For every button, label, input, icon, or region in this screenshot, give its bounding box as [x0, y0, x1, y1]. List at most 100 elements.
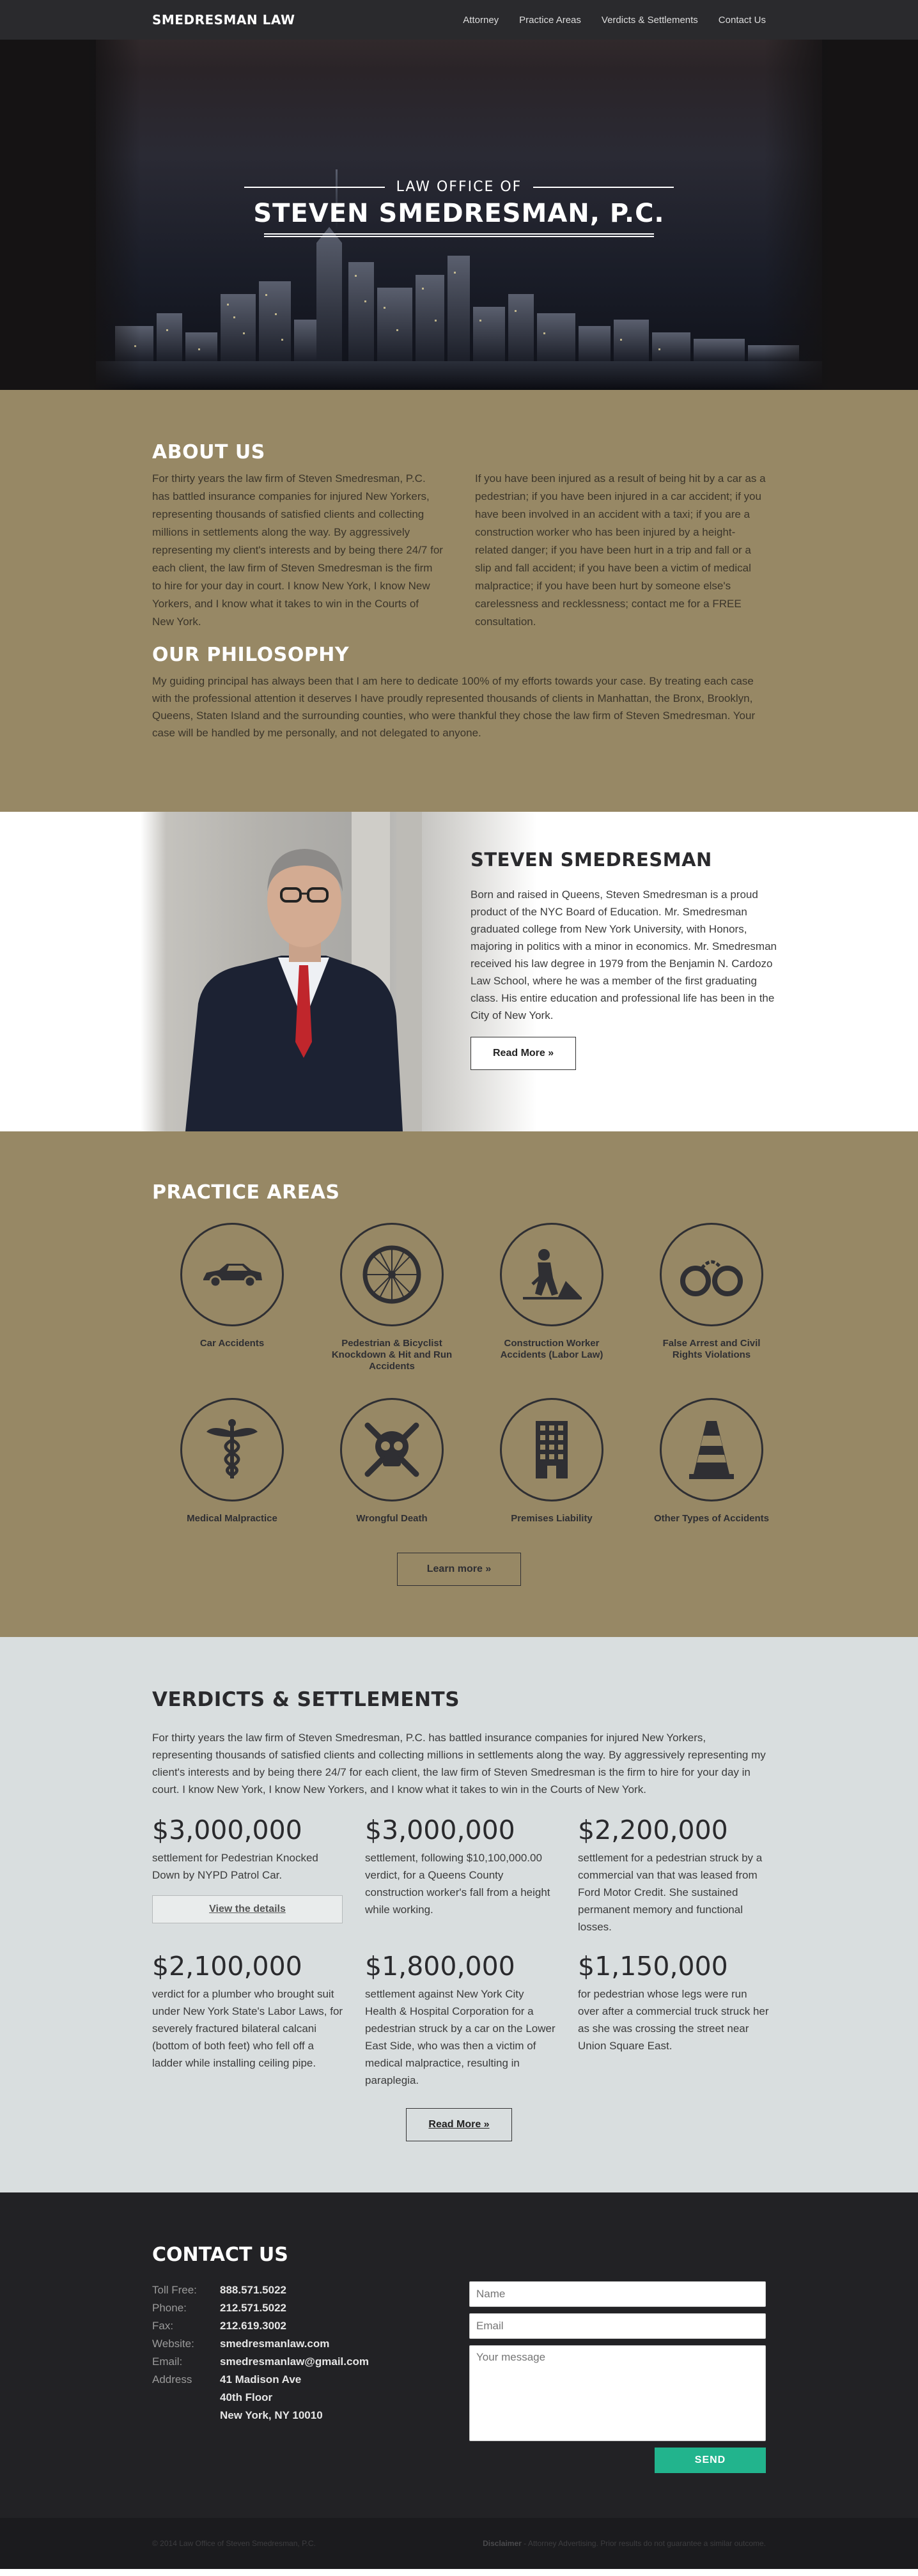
- contact-label: Email:: [152, 2355, 183, 2368]
- practice-area-label: Wrongful Death: [356, 1513, 428, 1524]
- divider: [264, 233, 654, 237]
- bicycle-wheel-icon: [362, 1245, 421, 1304]
- verdicts-heading: VERDICTS & SETTLEMENTS: [152, 1688, 460, 1711]
- nav-menu: Attorney Practice Areas Verdicts & Settl…: [463, 15, 766, 26]
- contact-section: CONTACT US Toll Free: 888.571.5022 Phone:…: [0, 2192, 918, 2518]
- practice-area-card[interactable]: Pedestrian & Bicyclist Knockdown & Hit a…: [312, 1223, 472, 1372]
- brand-logo[interactable]: SMEDRESMAN LAW: [152, 12, 295, 27]
- practice-area-label: Car Accidents: [199, 1338, 265, 1349]
- practice-area-label: Medical Malpractice: [187, 1513, 277, 1524]
- address-line: 41 Madison Ave: [220, 2373, 302, 2386]
- send-button[interactable]: SEND: [655, 2448, 766, 2473]
- verdict-item: $3,000,000 settlement, following $10,100…: [365, 1815, 557, 1936]
- footer: © 2014 Law Office of Steven Smedresman, …: [0, 2518, 918, 2569]
- disclaimer-text: - Attorney Advertising. Prior results do…: [521, 2539, 766, 2548]
- verdict-amount: $2,100,000: [152, 1951, 302, 1982]
- address-line: 40th Floor: [220, 2391, 273, 2403]
- verdict-description: settlement for a pedestrian struck by a …: [578, 1852, 763, 1933]
- website-link[interactable]: smedresmanlaw.com: [220, 2335, 329, 2353]
- verdict-item: $1,800,000 settlement against New York C…: [365, 1951, 557, 2089]
- handcuffs-icon: [680, 1260, 743, 1296]
- verdicts-read-more-button[interactable]: Read More »: [406, 2108, 512, 2141]
- about-heading: ABOUT US: [152, 441, 265, 463]
- practice-area-card[interactable]: Car Accidents: [152, 1223, 312, 1372]
- contact-heading: CONTACT US: [152, 2244, 288, 2266]
- verdict-item: $1,150,000 for pedestrian whose legs wer…: [578, 1951, 770, 2089]
- practice-learn-more-button[interactable]: Learn more »: [396, 1553, 522, 1586]
- copyright-text: © 2014 Law Office of Steven Smedresman, …: [152, 2539, 316, 2548]
- hero-banner: LAW OFFICE OF STEVEN SMEDRESMAN, P.C.: [0, 0, 918, 390]
- about-paragraph-right: If you have been injured as a result of …: [475, 472, 766, 628]
- verdict-amount: $2,200,000: [578, 1815, 728, 1845]
- address-line: New York, NY 10010: [220, 2409, 323, 2421]
- disclaimer: Disclaimer - Attorney Advertising. Prior…: [483, 2539, 766, 2548]
- attorney-bio: Born and raised in Queens, Steven Smedre…: [471, 888, 777, 1021]
- practice-area-card[interactable]: Premises Liability: [472, 1398, 632, 1525]
- contact-label: Website:: [152, 2338, 194, 2350]
- toll-free-number[interactable]: 888.571.5022: [220, 2281, 286, 2299]
- verdict-amount: $1,800,000: [365, 1951, 515, 1982]
- attorney-read-more-button[interactable]: Read More »: [471, 1037, 577, 1070]
- contact-label: Toll Free:: [152, 2284, 197, 2296]
- practice-areas-heading: PRACTICE AREAS: [152, 1181, 340, 1204]
- email-input[interactable]: [469, 2313, 766, 2339]
- contact-form: SEND: [469, 2281, 766, 2473]
- phone-number[interactable]: 212.571.5022: [220, 2299, 286, 2317]
- top-nav: SMEDRESMAN LAW Attorney Practice Areas V…: [0, 0, 918, 40]
- practice-area-card[interactable]: False Arrest and Civil Rights Violations: [632, 1223, 791, 1372]
- practice-area-card[interactable]: Wrongful Death: [312, 1398, 472, 1525]
- about-paragraph-left: For thirty years the law firm of Steven …: [152, 472, 443, 628]
- attorney-section: STEVEN SMEDRESMAN Born and raised in Que…: [0, 812, 918, 1131]
- message-textarea[interactable]: [469, 2345, 766, 2441]
- verdict-item: $3,000,000 settlement for Pedestrian Kno…: [152, 1815, 344, 1936]
- nav-item-attorney[interactable]: Attorney: [463, 15, 499, 26]
- construction-worker-icon: [523, 1249, 582, 1300]
- verdict-description: settlement for Pedestrian Knocked Down b…: [152, 1852, 318, 1881]
- nav-item-contact[interactable]: Contact Us: [719, 15, 766, 26]
- practice-area-label: Premises Liability: [511, 1513, 593, 1524]
- skull-crossbones-icon: [364, 1422, 419, 1477]
- hero-subtitle: LAW OFFICE OF: [396, 179, 522, 195]
- verdict-description: for pedestrian whose legs were run over …: [578, 1988, 769, 2052]
- view-details-button[interactable]: View the details: [152, 1895, 343, 1923]
- divider: [244, 186, 385, 188]
- hero-heading: STEVEN SMEDRESMAN, P.C.: [253, 199, 665, 228]
- verdicts-intro: For thirty years the law firm of Steven …: [152, 1732, 766, 1796]
- car-icon: [203, 1264, 262, 1288]
- practice-area-label: Other Types of Accidents: [653, 1513, 770, 1524]
- attorney-name: STEVEN SMEDRESMAN: [471, 849, 712, 871]
- verdict-amount: $3,000,000: [365, 1815, 515, 1845]
- contact-label: Address: [152, 2373, 192, 2386]
- nav-item-practice-areas[interactable]: Practice Areas: [519, 15, 581, 26]
- philosophy-heading: OUR PHILOSOPHY: [152, 644, 350, 666]
- name-input[interactable]: [469, 2281, 766, 2307]
- email-link[interactable]: smedresmanlaw@gmail.com: [220, 2353, 369, 2371]
- contact-label: Fax:: [152, 2320, 174, 2332]
- verdict-description: settlement against New York City Health …: [365, 1988, 556, 2086]
- philosophy-paragraph: My guiding principal has always been tha…: [152, 675, 756, 739]
- contact-label: Phone:: [152, 2302, 187, 2314]
- nav-item-verdicts[interactable]: Verdicts & Settlements: [602, 15, 698, 26]
- verdict-item: $2,200,000 settlement for a pedestrian s…: [578, 1815, 770, 1936]
- practice-area-card[interactable]: Medical Malpractice: [152, 1398, 312, 1525]
- disclaimer-label[interactable]: Disclaimer: [483, 2539, 522, 2548]
- practice-area-label: Pedestrian & Bicyclist Knockdown & Hit a…: [331, 1338, 453, 1372]
- verdicts-section: VERDICTS & SETTLEMENTS For thirty years …: [0, 1637, 918, 2192]
- divider: [533, 186, 674, 188]
- building-icon: [536, 1421, 568, 1478]
- traffic-cone-icon: [689, 1421, 734, 1479]
- practice-area-label: Construction Worker Accidents (Labor Law…: [500, 1338, 603, 1360]
- verdict-amount: $1,150,000: [578, 1951, 728, 1982]
- verdict-description: settlement, following $10,100,000.00 ver…: [365, 1852, 550, 1916]
- practice-area-card[interactable]: Construction Worker Accidents (Labor Law…: [472, 1223, 632, 1372]
- verdict-description: verdict for a plumber who brought suit u…: [152, 1988, 343, 2069]
- practice-area-label: False Arrest and Civil Rights Violations: [662, 1338, 761, 1360]
- hero-title-block: LAW OFFICE OF STEVEN SMEDRESMAN, P.C.: [0, 179, 918, 237]
- practice-area-card[interactable]: Other Types of Accidents: [632, 1398, 791, 1525]
- practice-areas-section: PRACTICE AREAS Car Accidents Pedestrian …: [0, 1131, 918, 1637]
- fax-number: 212.619.3002: [220, 2320, 286, 2332]
- verdict-item: $2,100,000 verdict for a plumber who bro…: [152, 1951, 344, 2089]
- contact-info: Toll Free: 888.571.5022 Phone: 212.571.502…: [152, 2281, 446, 2473]
- about-section: ABOUT US For thirty years the law firm o…: [0, 390, 918, 812]
- verdict-amount: $3,000,000: [152, 1815, 302, 1845]
